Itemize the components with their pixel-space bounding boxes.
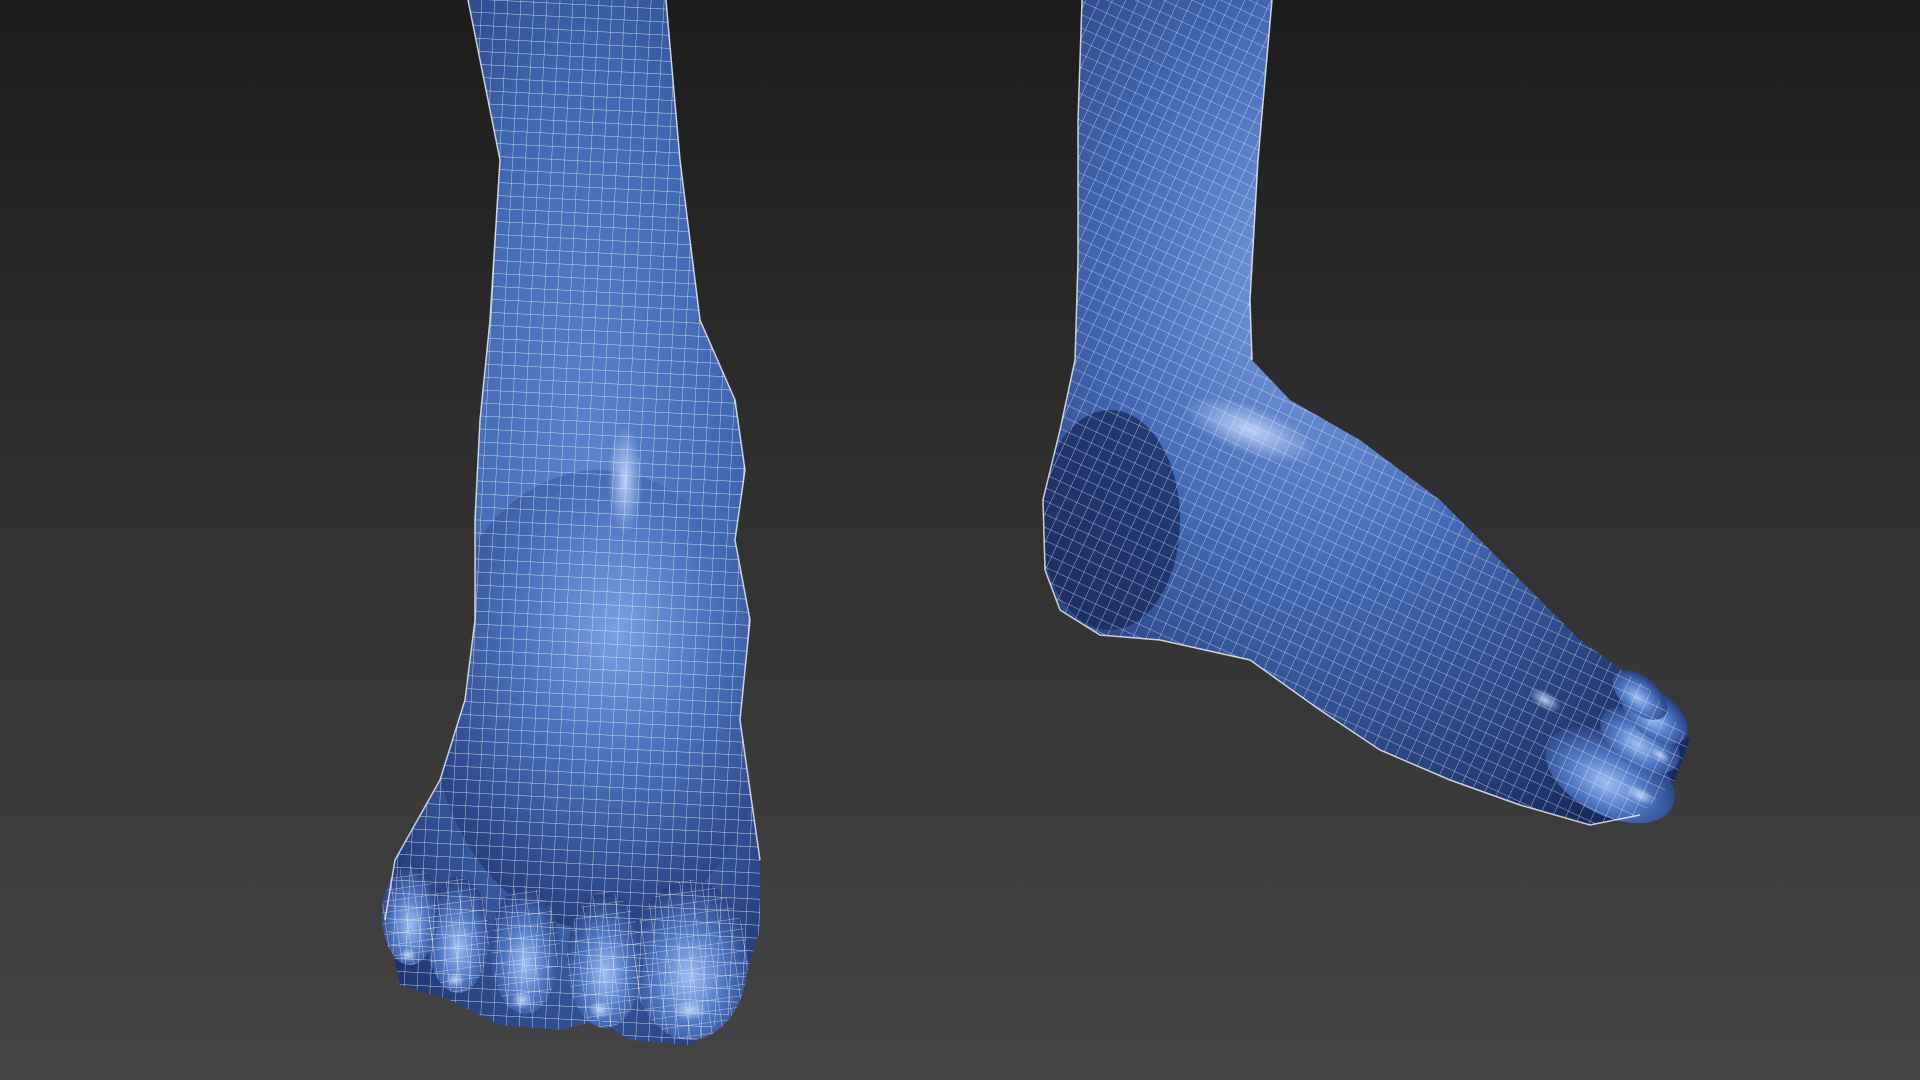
- left-foot-mesh[interactable]: [380, 0, 770, 1060]
- 3d-viewport[interactable]: [0, 0, 1920, 1080]
- right-foot-mesh[interactable]: [1040, 0, 1700, 843]
- viewport-render: [380, 0, 1700, 1060]
